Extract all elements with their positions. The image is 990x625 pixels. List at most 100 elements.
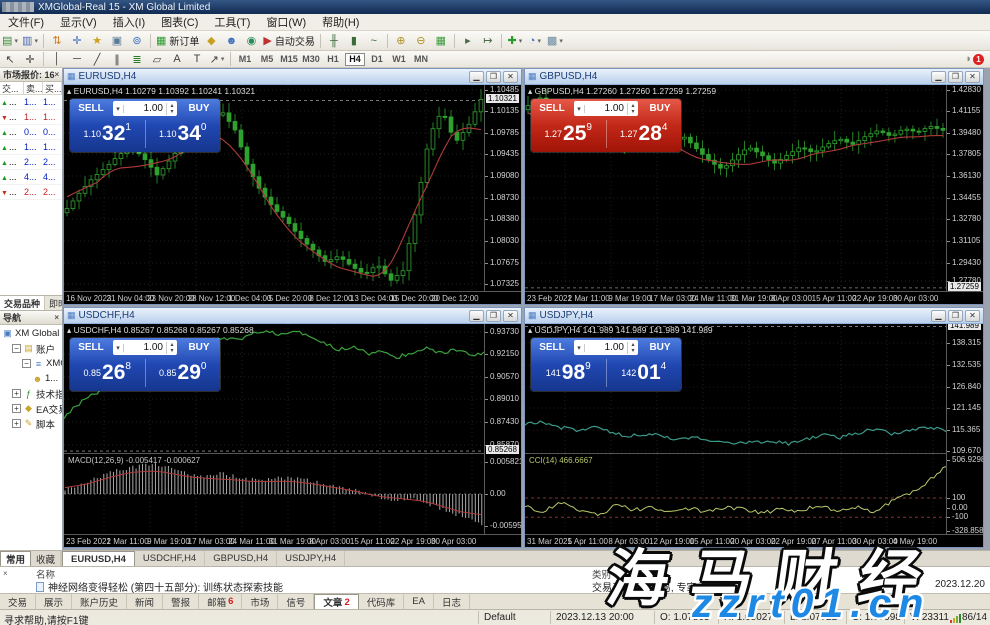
buy-price[interactable]: 142014	[607, 357, 682, 389]
sell-button[interactable]: SELL	[70, 103, 112, 114]
market-watch-col-1[interactable]: 卖...	[24, 82, 43, 94]
minimize-button[interactable]: ▁	[469, 310, 484, 322]
restore-button[interactable]: ❐	[486, 71, 501, 83]
sidebar-tab-1[interactable]: 收藏	[31, 551, 61, 566]
restore-button[interactable]: ❐	[948, 310, 963, 322]
buy-price[interactable]: 1.27284	[607, 118, 682, 150]
restore-button[interactable]: ❐	[486, 310, 501, 322]
menu-item-5[interactable]: 窗口(W)	[258, 14, 314, 30]
terminal-tab-警报[interactable]: 警报	[163, 594, 199, 609]
candlestick-button[interactable]: ▮	[345, 33, 363, 49]
autotrading-button[interactable]: ▶自动交易	[262, 33, 315, 49]
expand-icon[interactable]: +	[12, 404, 21, 413]
close-button[interactable]: ✕	[503, 71, 518, 83]
minimize-button[interactable]: ▁	[469, 71, 484, 83]
timeframe-button-m5[interactable]: M5	[257, 53, 277, 66]
collapse-panel-icon[interactable]: ▴	[67, 86, 74, 96]
new-chart-button[interactable]: ▤▾	[1, 33, 19, 49]
chart-area[interactable]: MACD(12,26,9) -0.005417 -0.0006270.93730…	[64, 324, 521, 547]
chart-window-titlebar[interactable]: ▦EURUSD,H4▁❐✕	[64, 69, 521, 85]
navigator-button[interactable]: ★	[88, 33, 106, 49]
market-watch-row[interactable]: ▲...1...1...	[0, 95, 62, 110]
timeframe-button-m1[interactable]: M1	[235, 53, 255, 66]
collapse-panel-icon[interactable]: ▴	[528, 325, 535, 335]
expand-icon[interactable]: +	[12, 419, 21, 428]
sell-price[interactable]: 1.10321	[70, 118, 145, 150]
text-label-button[interactable]: T	[188, 51, 206, 67]
volume-dropdown-icon[interactable]: ▾	[113, 344, 124, 352]
chart-area[interactable]: CCI(14) 466.6667138.315132.535126.840121…	[525, 324, 983, 547]
chart-shift-button[interactable]: ↦	[479, 33, 497, 49]
minimize-button[interactable]: ▁	[931, 310, 946, 322]
timeframe-button-h1[interactable]: H1	[323, 53, 343, 66]
terminal-tab-EA[interactable]: EA	[404, 594, 434, 609]
chart-tab-eurusd[interactable]: EURUSD,H4	[62, 551, 135, 566]
volume-input[interactable]: ▾1.00▴▾	[574, 101, 638, 116]
terminal-tab-文章[interactable]: 文章2	[314, 594, 358, 609]
timeframe-button-d1[interactable]: D1	[367, 53, 387, 66]
time-scale[interactable]: 23 Feb 20212 Mar 11:009 Mar 19:0017 Mar …	[525, 291, 983, 304]
sell-price[interactable]: 1.27259	[531, 118, 606, 150]
time-scale[interactable]: 23 Feb 20212 Mar 11:009 Mar 19:0017 Mar …	[64, 534, 521, 547]
arrows-button[interactable]: ↗▾	[208, 51, 226, 67]
collapse-icon[interactable]: −	[12, 344, 21, 353]
buy-button[interactable]: BUY	[178, 342, 220, 353]
time-scale[interactable]: 16 Nov 202321 Nov 04:0023 Nov 20:0028 No…	[64, 291, 521, 304]
collapse-panel-icon[interactable]: ▴	[67, 325, 74, 335]
terminal-name-column-header[interactable]: 名称	[36, 567, 55, 579]
volume-spinner[interactable]: ▴▾	[166, 342, 177, 354]
minimize-button[interactable]: ▁	[931, 71, 946, 83]
terminal-tab-代码库[interactable]: 代码库	[359, 594, 405, 609]
volume-dropdown-icon[interactable]: ▾	[113, 105, 124, 113]
market-watch-col-0[interactable]: 交...	[0, 82, 24, 94]
sell-button[interactable]: SELL	[70, 342, 112, 353]
buy-button[interactable]: BUY	[178, 103, 220, 114]
volume-spinner[interactable]: ▴▾	[166, 103, 177, 115]
timeframe-button-w1[interactable]: W1	[389, 53, 409, 66]
navigator-item[interactable]: −≡XMG...	[0, 356, 62, 371]
menu-item-3[interactable]: 图表(C)	[153, 14, 206, 30]
market-watch-tab-0[interactable]: 交易品种	[0, 296, 45, 310]
market-watch-col-2[interactable]: 买...	[43, 82, 62, 94]
timeframe-button-m30[interactable]: M30	[301, 53, 321, 66]
chart-window-titlebar[interactable]: ▦GBPUSD,H4▁❐✕	[525, 69, 983, 85]
market-watch-row[interactable]: ▲...1...1...	[0, 140, 62, 155]
text-button[interactable]: A	[168, 51, 186, 67]
scripts-button[interactable]: ◉	[242, 33, 260, 49]
market-watch-button[interactable]: ⇅	[48, 33, 66, 49]
navigator-item[interactable]: +✎脚本	[0, 416, 62, 431]
data-window-button[interactable]: ✛	[68, 33, 86, 49]
vertical-line-button[interactable]: │	[48, 51, 66, 67]
equidistant-channel-button[interactable]: ∥	[108, 51, 126, 67]
buy-button[interactable]: BUY	[639, 342, 681, 353]
volume-dropdown-icon[interactable]: ▾	[574, 344, 585, 352]
chart-tab-usdjpy[interactable]: USDJPY,H4	[277, 551, 345, 566]
timeframe-button-h4[interactable]: H4	[345, 53, 365, 66]
fibonacci-button[interactable]: ≣	[128, 51, 146, 67]
terminal-tab-日志[interactable]: 日志	[434, 594, 470, 609]
crosshair-button[interactable]: ✛	[21, 51, 39, 67]
market-watch-tab-1[interactable]: 即时图表	[45, 296, 62, 310]
close-button[interactable]: ✕	[965, 310, 980, 322]
chart-window-titlebar[interactable]: ▦USDCHF,H4▁❐✕	[64, 308, 521, 324]
auto-scroll-button[interactable]: ▸	[459, 33, 477, 49]
close-button[interactable]: ✕	[965, 71, 980, 83]
menu-item-2[interactable]: 插入(I)	[105, 14, 153, 30]
navigator-item[interactable]: +◆EA交易	[0, 401, 62, 416]
cursor-button[interactable]: ↖	[1, 51, 19, 67]
sidebar-tab-0[interactable]: 常用	[0, 551, 31, 566]
price-scale[interactable]: 1.104851.101351.097851.094351.090801.087…	[484, 85, 521, 292]
volume-spinner[interactable]: ▴▾	[627, 342, 638, 354]
terminal-tab-交易[interactable]: 交易	[0, 594, 36, 609]
line-chart-button[interactable]: ~	[365, 33, 383, 49]
sell-price[interactable]: 141989	[531, 357, 606, 389]
close-icon[interactable]: ×	[54, 313, 59, 322]
terminal-tab-展示[interactable]: 展示	[36, 594, 72, 609]
price-scale[interactable]: 138.315132.535126.840121.145115.365109.6…	[946, 324, 983, 534]
volume-input[interactable]: ▾1.00▴▾	[113, 340, 177, 355]
buy-price[interactable]: 0.85290	[146, 357, 221, 389]
volume-input[interactable]: ▾1.00▴▾	[113, 101, 177, 116]
terminal-tab-新闻[interactable]: 新闻	[127, 594, 163, 609]
chart-area[interactable]: 1.104851.101351.097851.094351.090801.087…	[64, 85, 521, 304]
volume-input[interactable]: ▾1.00▴▾	[574, 340, 638, 355]
